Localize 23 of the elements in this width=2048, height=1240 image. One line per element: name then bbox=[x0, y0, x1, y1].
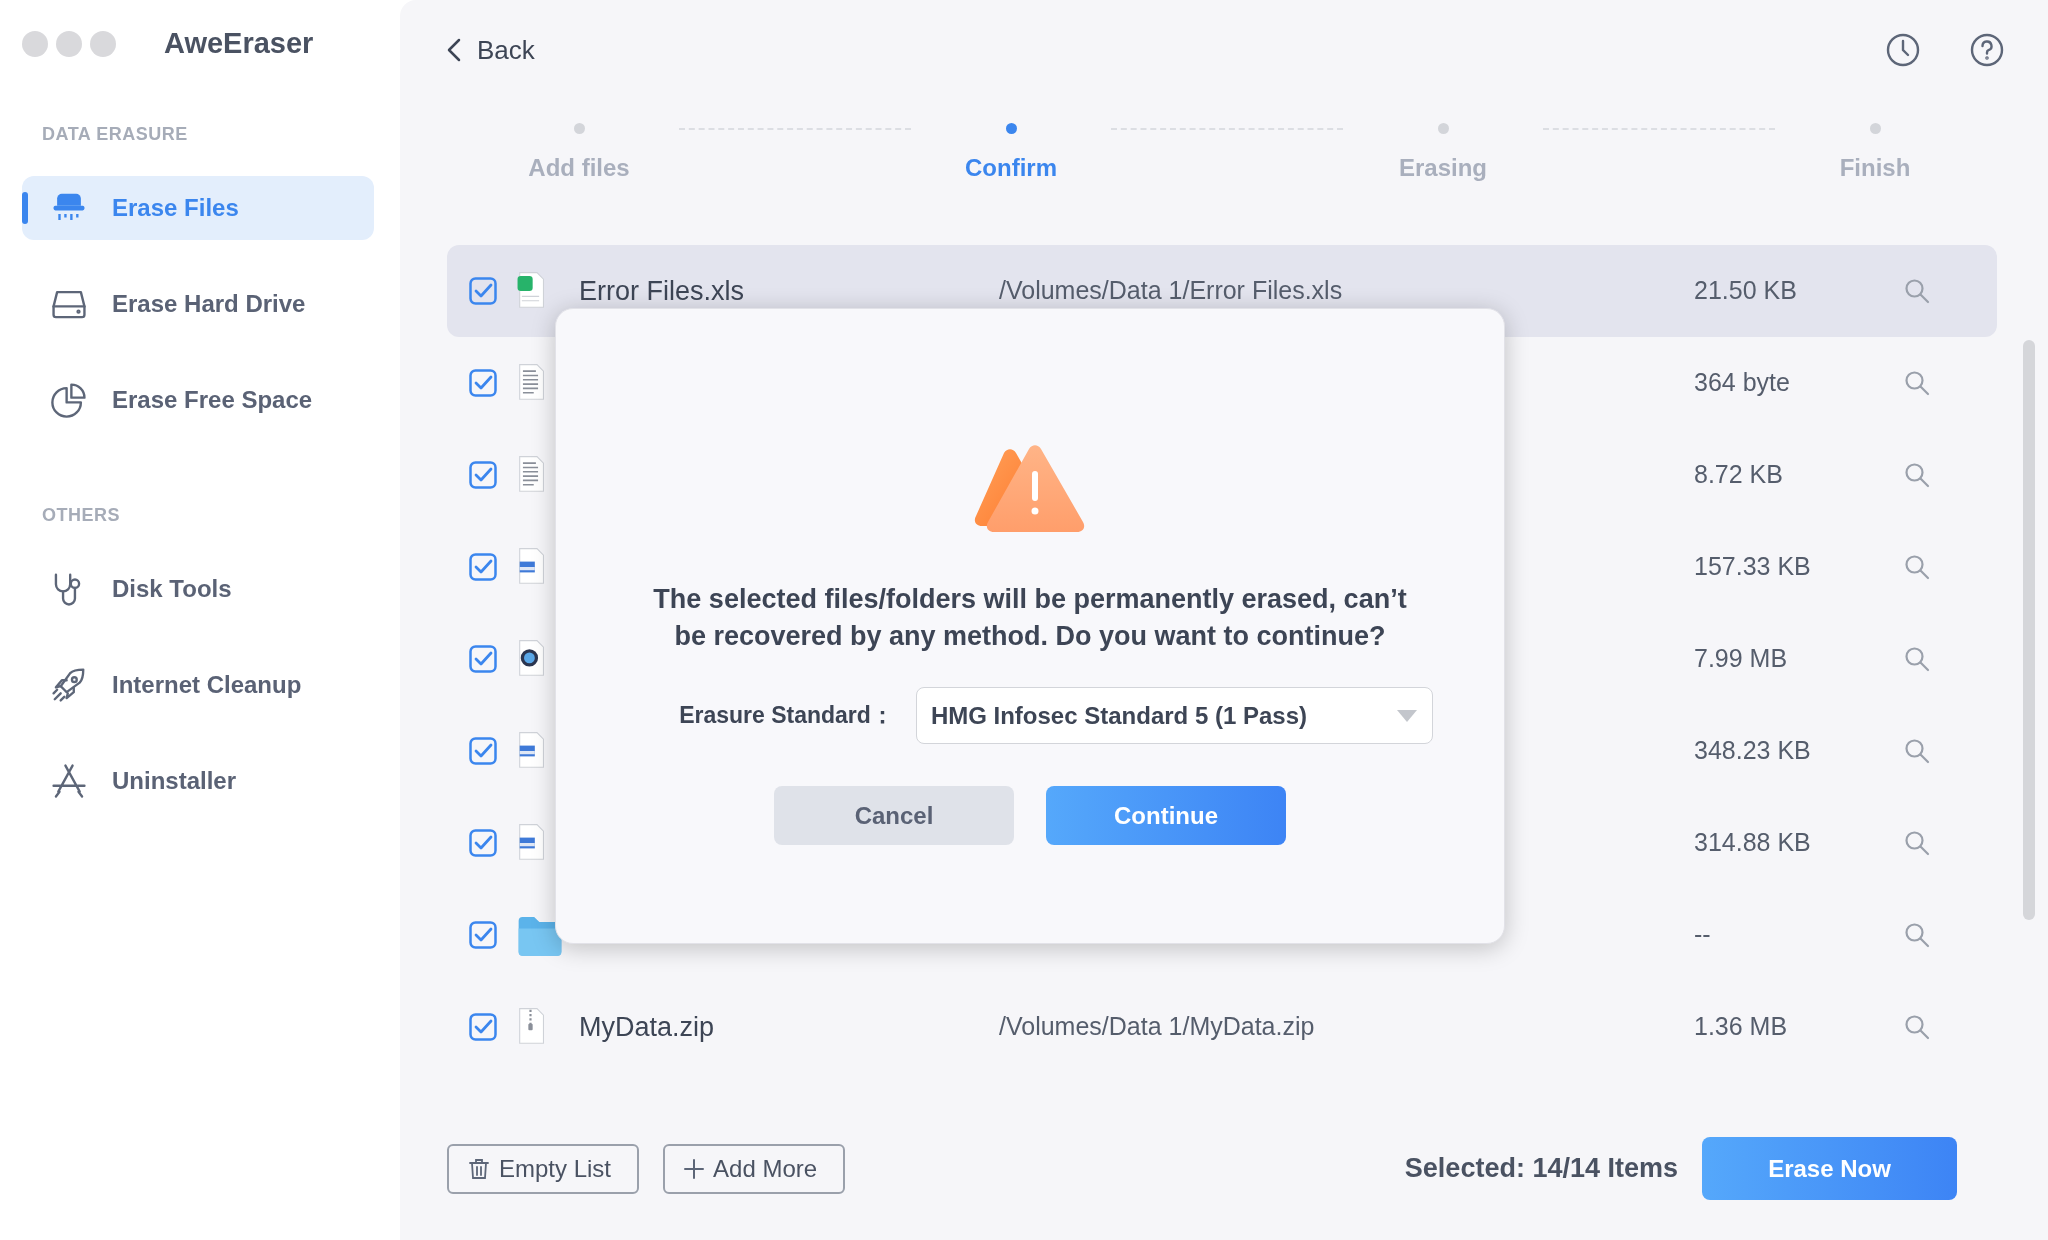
section-heading: OTHERS bbox=[41, 503, 121, 527]
section-heading: DATA ERASURE bbox=[41, 122, 189, 146]
file-path: /Volumes/Data 1/Error Files.xls bbox=[999, 275, 1344, 307]
file-size: 364 byte bbox=[1694, 367, 1791, 399]
step-label: Finish bbox=[1838, 153, 1912, 183]
step-label: Confirm bbox=[964, 153, 1058, 183]
file-size: 21.50 KB bbox=[1694, 275, 1798, 307]
file-size: 348.23 KB bbox=[1694, 735, 1812, 767]
file-size: 7.99 MB bbox=[1694, 643, 1789, 675]
confirm-message: The selected files/folders will be permanently erased, can’t be recovered by any method. Do you want to continue? bbox=[652, 583, 1408, 653]
field-label: Erasure Standard： bbox=[679, 701, 894, 731]
file-size: 157.33 KB bbox=[1694, 551, 1812, 583]
file-size: -- bbox=[1694, 919, 1712, 951]
app-title: AweEraser bbox=[164, 26, 314, 61]
step-label: Erasing bbox=[1398, 153, 1488, 183]
file-name: Error Files.xls bbox=[579, 274, 745, 308]
file-size: 8.72 KB bbox=[1694, 459, 1784, 491]
step-label: Add files bbox=[527, 153, 631, 183]
file-path: /Volumes/Data 1/MyData.zip bbox=[999, 1011, 1316, 1043]
file-size: 1.36 MB bbox=[1694, 1011, 1789, 1043]
file-name: MyData.zip bbox=[579, 1010, 716, 1044]
selection-count: Selected: 14/14 Items bbox=[1404, 1152, 1678, 1186]
file-size: 314.88 KB bbox=[1694, 827, 1812, 859]
